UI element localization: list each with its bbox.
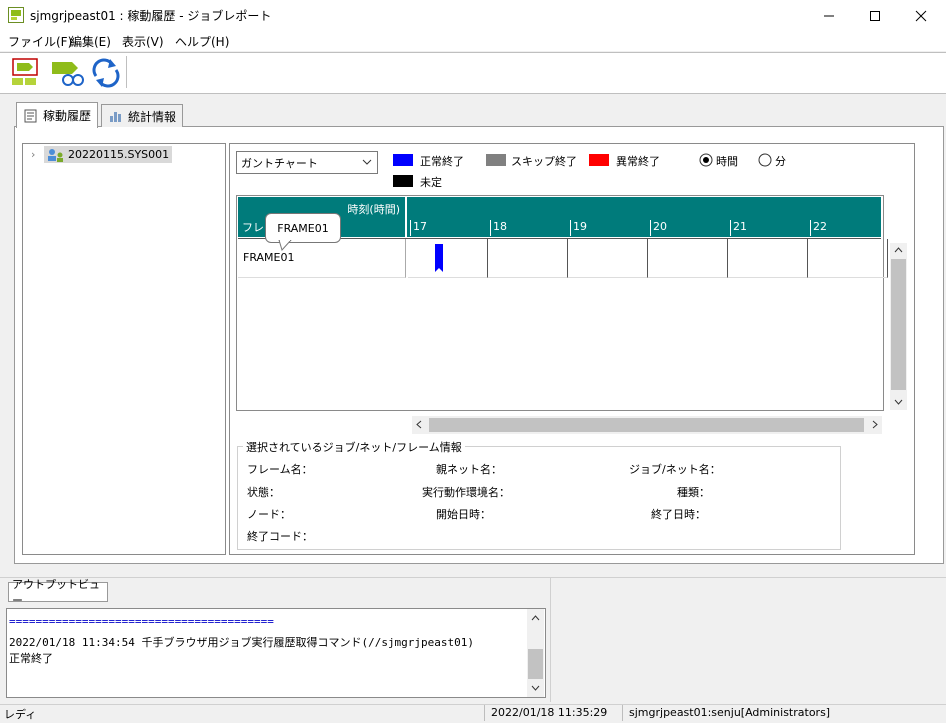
output-splitter[interactable] [550,578,551,702]
menu-view[interactable]: 表示(V) [122,33,164,50]
close-icon [915,10,927,21]
minimize-icon [824,15,834,16]
gantt-cell[interactable] [728,239,808,278]
radio-minute-label: 分 [775,155,786,168]
status-separator [622,705,623,721]
gantt-row[interactable]: FRAME01 [238,239,406,278]
tooltip-pointer [278,240,292,251]
vertical-scroll-thumb[interactable] [891,259,906,390]
output-line: 正常終了 [9,652,53,665]
toolbar [0,52,946,94]
chevron-down-icon [362,159,372,165]
gantt-cell[interactable] [648,239,728,278]
job-report-icon[interactable] [10,57,42,87]
output-line: ======================================== [9,615,274,628]
gantt-cell[interactable] [408,239,488,278]
tab-statistics[interactable]: 統計情報 [101,104,184,127]
node-icon [48,148,63,162]
horizontal-scroll-thumb[interactable] [429,418,864,432]
status-separator [484,705,485,721]
info-job-label: ジョブ/ネット名： [629,463,721,476]
output-scroll-up-icon[interactable] [531,615,540,621]
tree-expand-icon[interactable]: › [31,148,35,161]
gantt-row-label: FRAME01 [243,251,295,264]
radio-hour[interactable] [699,153,713,167]
hour-label: 19 [570,220,587,236]
toolbar-separator [126,56,127,88]
close-button[interactable] [898,0,944,31]
maximize-icon [870,10,880,21]
hour-label: 18 [490,220,507,236]
app-icon [8,7,24,23]
tree-view [22,143,226,555]
radio-hour-label: 時間 [716,155,738,168]
info-env-label: 実行動作環境名： [422,486,510,499]
minimize-button[interactable] [806,0,852,31]
tree-item-node[interactable]: 20220115.SYS001 [44,146,173,163]
scroll-left-icon[interactable] [416,420,422,429]
frame-tooltip: FRAME01 [265,213,341,243]
output-scroll-thumb[interactable] [528,649,543,679]
info-end-label: 終了日時： [651,508,706,521]
tree-item-label: 20220115.SYS001 [68,148,170,161]
legend-label-normal: 正常終了 [420,155,464,168]
output-scroll-down-icon[interactable] [531,685,540,691]
info-frame-label: フレーム名： [247,463,313,476]
gantt-cell[interactable] [808,239,888,278]
view-select[interactable]: ガントチャート [236,151,378,174]
info-code-label: 終了コード： [247,530,313,543]
history-icon [24,109,37,122]
info-start-label: 開始日時： [436,508,491,521]
status-datetime: 2022/01/18 11:35:29 [491,706,608,719]
info-kind-label: 種類： [677,486,710,499]
output-scrollbar[interactable] [527,609,544,697]
info-state-label: 状態： [247,486,280,499]
legend-label-undecided: 未定 [420,176,442,189]
hour-label: 20 [650,220,667,236]
tab-statistics-label: 統計情報 [128,109,177,124]
menu-help[interactable]: ヘルプ(H) [175,33,229,50]
gantt-cell[interactable] [568,239,648,278]
pane-splitter[interactable] [0,577,946,578]
info-title: 選択されているジョブ/ネット/フレーム情報 [243,439,465,455]
legend-label-skip: スキップ終了 [511,155,577,168]
menu-edit[interactable]: 編集(E) [70,33,111,50]
bar-chart-icon [110,112,121,122]
status-ready: レディ [4,708,37,721]
window-title: sjmgrjpeast01 : 稼動履歴 - ジョブレポート [30,9,272,23]
legend-swatch-skip [486,154,506,166]
legend-swatch-normal [393,154,413,166]
menu-file[interactable]: ファイル(F) [8,33,72,50]
scroll-down-icon[interactable] [894,399,903,405]
output-view: ========================================… [6,608,546,698]
hour-label: 22 [810,220,827,236]
refresh-icon[interactable] [90,58,122,88]
hour-label: 21 [730,220,747,236]
vertical-scrollbar[interactable] [890,243,907,410]
search-history-icon[interactable] [50,58,84,88]
info-node-label: ノード： [247,508,291,521]
horizontal-scrollbar[interactable] [412,416,882,434]
gantt-cell[interactable] [488,239,568,278]
maximize-button[interactable] [852,0,898,31]
info-groupbox [237,446,841,550]
radio-minute[interactable] [758,153,772,167]
time-header: 時刻(時間) [347,203,400,216]
status-user: sjmgrjpeast01:senju[Administrators] [629,706,831,719]
hour-label: 17 [410,220,427,236]
view-select-value: ガントチャート [241,157,318,170]
scroll-up-icon[interactable] [894,247,903,253]
legend-label-error: 異常終了 [616,155,660,168]
legend-swatch-error [589,154,609,166]
tab-history-label: 稼動履歴 [43,109,92,123]
tab-history[interactable]: 稼動履歴 [16,102,99,128]
legend-swatch-undecided [393,175,413,187]
output-line: 2022/01/18 11:34:54 千手ブラウザ用ジョブ実行履歴取得コマンド… [9,636,475,649]
info-parent-label: 親ネット名： [436,463,502,476]
gantt-bar[interactable] [434,243,444,273]
scroll-right-icon[interactable] [872,420,878,429]
output-view-tab[interactable]: アウトプットビュー [8,578,108,607]
